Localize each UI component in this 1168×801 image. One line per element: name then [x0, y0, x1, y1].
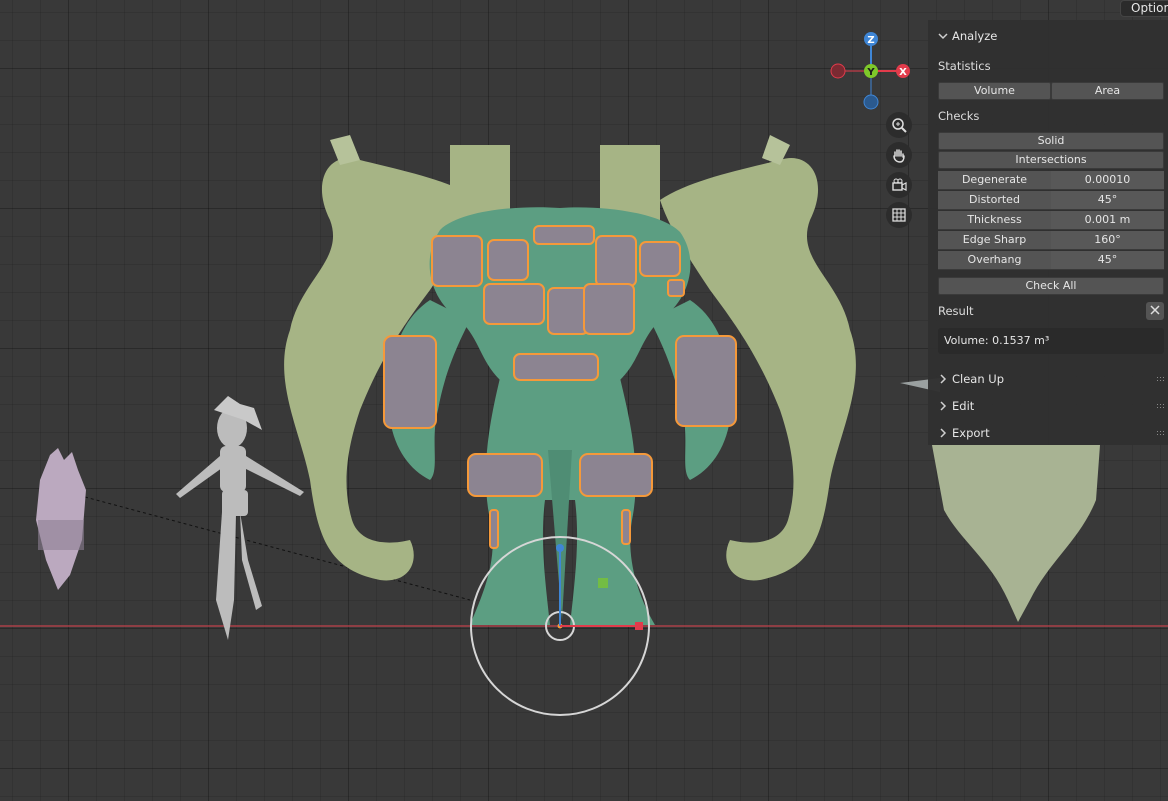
thickness-value[interactable]: 0.001 m: [1051, 211, 1164, 230]
zoom-icon: [892, 118, 907, 133]
pan-button[interactable]: [886, 142, 912, 168]
x-handle: [635, 622, 643, 630]
hand-pan-icon: [893, 149, 905, 163]
drag-handle-icon[interactable]: [1156, 403, 1166, 409]
statistics-label: Statistics: [938, 59, 991, 73]
chevron-right-icon: [938, 401, 948, 411]
gizmo-x-label: X: [899, 67, 907, 78]
analyze-title: Analyze: [952, 29, 998, 43]
overhang-value[interactable]: 45°: [1051, 251, 1164, 270]
distorted-button[interactable]: Distorted: [938, 191, 1051, 210]
navigation-gizmo: Z X Y: [830, 32, 910, 110]
camera-icon: [892, 178, 907, 191]
gizmo-z-label: Z: [867, 35, 874, 46]
solid-button[interactable]: Solid: [938, 132, 1164, 150]
check-all-button[interactable]: Check All: [938, 277, 1164, 295]
close-icon[interactable]: [1146, 302, 1164, 320]
degenerate-button[interactable]: Degenerate: [938, 171, 1051, 190]
thickness-button[interactable]: Thickness: [938, 211, 1051, 230]
z-handle: [556, 544, 564, 552]
export-title: Export: [952, 426, 990, 440]
gizmo-y-label: Y: [866, 67, 875, 78]
edit-section-header[interactable]: Edit: [928, 393, 1168, 419]
drag-handle-icon[interactable]: [1156, 376, 1166, 382]
grid-icon: [892, 208, 906, 222]
edge-sharp-button[interactable]: Edge Sharp: [938, 231, 1051, 250]
distorted-value[interactable]: 45°: [1051, 191, 1164, 210]
volume-button[interactable]: Volume: [938, 82, 1051, 100]
chevron-right-icon: [938, 428, 948, 438]
plane-handle: [598, 578, 608, 588]
ortho-toggle-button[interactable]: [886, 202, 912, 228]
area-button[interactable]: Area: [1051, 82, 1164, 100]
edge-sharp-value[interactable]: 160°: [1051, 231, 1164, 250]
crystal-object-left: [36, 448, 86, 590]
camera-button[interactable]: [886, 172, 912, 198]
result-value: Volume: 0.1537 m³: [938, 328, 1164, 354]
options-dropdown[interactable]: Options: [1120, 0, 1168, 17]
drag-handle-icon[interactable]: [1156, 430, 1166, 436]
chevron-right-icon: [938, 374, 948, 384]
character-figure: [176, 396, 304, 640]
clean-up-title: Clean Up: [952, 372, 1005, 386]
checks-label: Checks: [938, 109, 980, 123]
export-section-header[interactable]: Export: [928, 420, 1168, 446]
result-label: Result: [938, 304, 974, 318]
zoom-button[interactable]: [886, 112, 912, 138]
clean-up-section-header[interactable]: Clean Up: [928, 366, 1168, 392]
intersections-button[interactable]: Intersections: [938, 151, 1164, 169]
edit-title: Edit: [952, 399, 975, 413]
overhang-button[interactable]: Overhang: [938, 251, 1051, 270]
analyze-section-header[interactable]: Analyze: [928, 23, 1168, 49]
chevron-down-icon: [938, 31, 948, 41]
degenerate-value[interactable]: 0.00010: [1051, 171, 1164, 190]
